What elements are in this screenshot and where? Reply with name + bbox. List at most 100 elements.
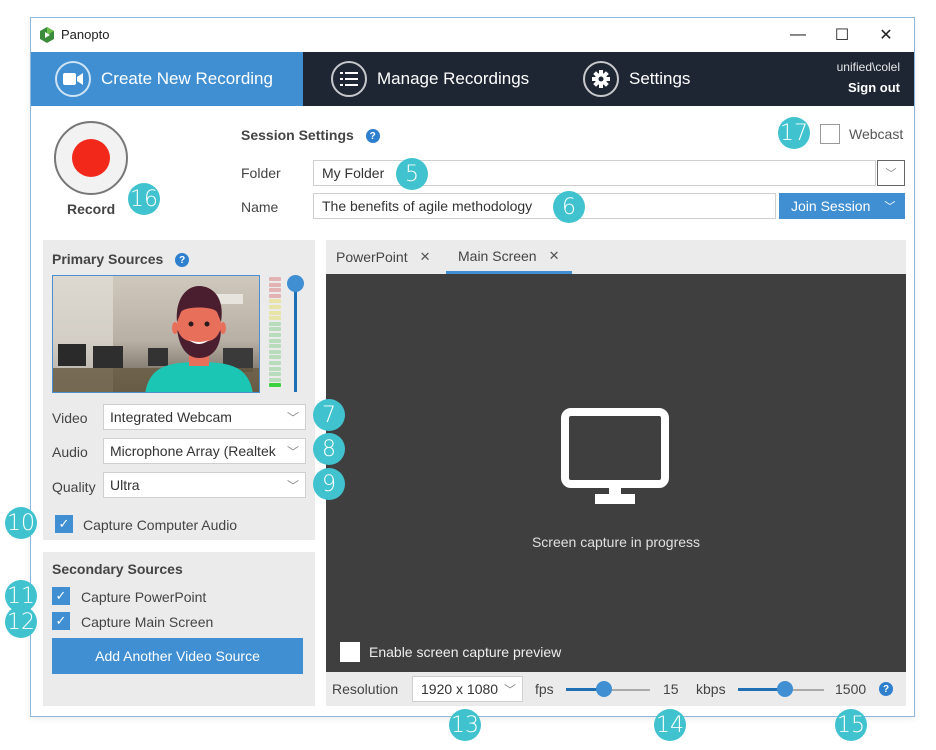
- capture-main-screen-checkbox[interactable]: ✓: [52, 612, 70, 630]
- chevron-down-icon: ﹀: [501, 681, 516, 698]
- callout-badge: 5: [396, 158, 428, 190]
- maximize-button[interactable]: ☐: [822, 22, 862, 48]
- list-icon: [331, 61, 367, 97]
- capture-computer-audio-label: Capture Computer Audio: [83, 517, 238, 533]
- tab-label: Settings: [629, 69, 691, 88]
- name-label: Name: [241, 199, 279, 215]
- chevron-down-icon: ﹀: [284, 443, 299, 460]
- close-tab-icon[interactable]: ✕: [549, 248, 560, 264]
- main-nav: Create New Recording Manage Recordings S…: [31, 52, 914, 106]
- checkmark-icon: ✓: [55, 613, 67, 628]
- help-icon[interactable]: ?: [175, 253, 190, 268]
- session-settings-label: Session Settings: [241, 127, 354, 143]
- capture-powerpoint-label: Capture PowerPoint: [81, 589, 207, 605]
- folder-dropdown-button[interactable]: ﹀: [877, 160, 905, 186]
- volume-slider-track[interactable]: [294, 280, 297, 392]
- capture-main-screen-label: Capture Main Screen: [81, 614, 214, 630]
- minimize-button[interactable]: —: [778, 22, 818, 48]
- meter-segment: [269, 304, 281, 309]
- help-icon[interactable]: ?: [365, 129, 380, 144]
- callout-badge: 8: [313, 433, 345, 465]
- tab-label: Main Screen: [458, 247, 537, 264]
- meter-segment: [269, 355, 281, 360]
- session-settings-title: Session Settings ?: [241, 127, 380, 144]
- tab-label: PowerPoint: [336, 249, 408, 265]
- tab-label: Manage Recordings: [377, 69, 530, 88]
- enable-preview-label: Enable screen capture preview: [369, 644, 562, 660]
- secondary-sources-title: Secondary Sources: [52, 561, 183, 577]
- session-name-input[interactable]: [313, 193, 776, 219]
- chevron-down-icon: ﹀: [284, 409, 299, 426]
- folder-label: Folder: [241, 165, 281, 181]
- meter-segment: [269, 327, 281, 332]
- kbps-slider-thumb[interactable]: [777, 681, 794, 697]
- meter-segment: [269, 332, 281, 337]
- capture-powerpoint-checkbox[interactable]: ✓: [52, 587, 70, 605]
- callout-badge: 12: [5, 606, 37, 638]
- screen-capture-canvas: Screen capture in progress Enable screen…: [326, 274, 906, 672]
- callout-badge: 17: [778, 117, 810, 149]
- tab-manage-recordings[interactable]: Manage Recordings: [331, 52, 529, 106]
- primary-sources-title: Primary Sources ?: [52, 251, 190, 268]
- callout-badge: 15: [835, 709, 867, 741]
- record-icon: [72, 139, 110, 177]
- chevron-down-icon: ﹀: [884, 201, 896, 213]
- join-session-label: Join Session: [791, 198, 871, 214]
- capture-computer-audio-checkbox[interactable]: ✓: [55, 515, 73, 533]
- fps-label: fps: [535, 681, 554, 697]
- app-title: Panopto: [61, 27, 110, 42]
- quality-label: Quality: [52, 479, 96, 495]
- meter-segment: [269, 366, 281, 371]
- meter-segment: [269, 377, 281, 382]
- meter-segment: [269, 310, 281, 315]
- meter-segment: [269, 299, 281, 304]
- tab-label: Create New Recording: [101, 69, 273, 88]
- callout-badge: 10: [5, 507, 37, 539]
- webcam-person-image: [53, 276, 259, 392]
- audio-label: Audio: [52, 444, 88, 460]
- close-tab-icon[interactable]: ✕: [420, 249, 431, 265]
- volume-slider-thumb[interactable]: [287, 275, 304, 292]
- checkmark-icon: ✓: [58, 516, 70, 531]
- source-tab-main-screen[interactable]: Main Screen ✕: [446, 240, 572, 274]
- meter-segment: [269, 277, 281, 281]
- add-another-video-source-button[interactable]: Add Another Video Source: [52, 638, 303, 674]
- audio-source-select[interactable]: Microphone Array (Realtek ﹀: [103, 438, 306, 464]
- gear-icon: [583, 61, 619, 97]
- capture-settings-bar: Resolution 1920 x 1080 ﹀ fps 15 kbps 150…: [326, 672, 906, 706]
- panopto-logo-icon: [40, 27, 54, 43]
- webcast-label: Webcast: [849, 126, 904, 142]
- close-button[interactable]: ✕: [866, 22, 906, 48]
- chevron-down-icon: ﹀: [885, 168, 897, 180]
- sign-out-link[interactable]: Sign out: [848, 80, 900, 95]
- callout-badge: 16: [128, 183, 160, 215]
- resolution-value: 1920 x 1080: [421, 681, 499, 697]
- help-icon[interactable]: ?: [879, 682, 893, 696]
- meter-segment: [269, 383, 281, 388]
- enable-preview-checkbox[interactable]: [340, 642, 360, 662]
- meter-segment: [269, 338, 281, 343]
- fps-slider-thumb[interactable]: [595, 681, 612, 697]
- quality-value: Ultra: [110, 477, 140, 493]
- video-source-value: Integrated Webcam: [110, 409, 232, 425]
- username: unified\colel: [836, 60, 900, 74]
- resolution-select[interactable]: 1920 x 1080 ﹀: [412, 676, 523, 702]
- callout-badge: 13: [449, 709, 481, 741]
- capture-area: PowerPoint ✕ Main Screen ✕ Screen captur…: [326, 240, 906, 706]
- video-source-select[interactable]: Integrated Webcam ﹀: [103, 404, 306, 430]
- join-session-button[interactable]: Join Session ﹀: [779, 193, 905, 219]
- tab-settings[interactable]: Settings: [583, 52, 690, 106]
- tab-create-new-recording[interactable]: Create New Recording: [31, 52, 303, 106]
- meter-segment: [269, 321, 281, 326]
- meter-segment: [269, 282, 281, 287]
- checkmark-icon: ✓: [55, 588, 67, 603]
- record-button[interactable]: [54, 121, 128, 195]
- resolution-label: Resolution: [332, 681, 399, 697]
- callout-badge: 14: [654, 709, 686, 741]
- monitor-icon: [561, 408, 669, 504]
- meter-segment: [269, 293, 281, 298]
- meter-segment: [269, 360, 281, 365]
- source-tab-powerpoint[interactable]: PowerPoint ✕: [336, 240, 431, 274]
- quality-select[interactable]: Ultra ﹀: [103, 472, 306, 498]
- webcast-checkbox[interactable]: [820, 124, 840, 144]
